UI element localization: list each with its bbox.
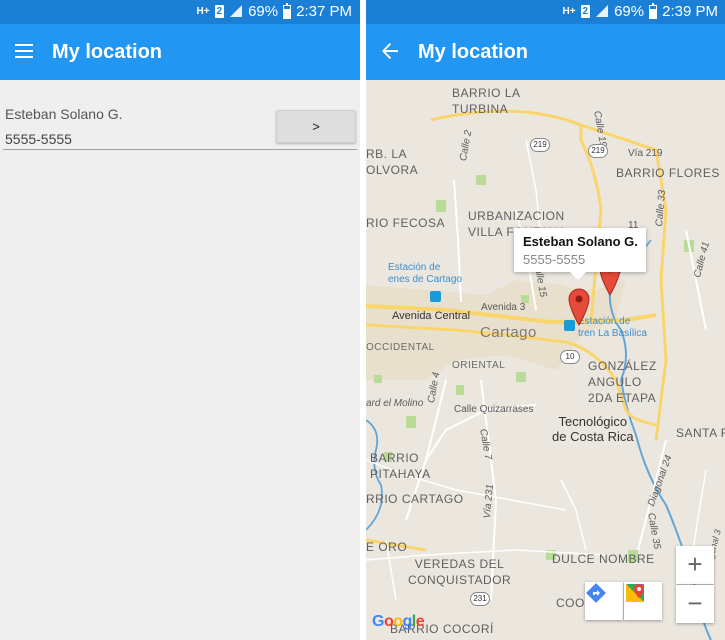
zoom-in-button[interactable]: + (676, 546, 714, 584)
app-toolbar: My location (0, 24, 360, 80)
app-toolbar: My location (366, 24, 725, 80)
status-bar: H+ 2 69% 2:39 PM (366, 0, 725, 24)
battery-icon (283, 2, 292, 19)
map-label: RB. LA OLVORA (366, 147, 419, 177)
map-label: BARRIO PITAHAYA (370, 451, 431, 481)
form-content: Esteban Solano G. > (0, 80, 360, 640)
clock: 2:39 PM (662, 3, 718, 20)
go-button[interactable]: > (276, 110, 356, 143)
map-label: BARRIO FLORES (616, 166, 720, 180)
directions-button[interactable] (585, 582, 623, 620)
map-label: SANTA F (676, 426, 725, 440)
network-indicator: H+ (196, 6, 210, 17)
map-label: Cartago (480, 324, 537, 341)
map-label: VEREDAS DEL CONQUISTADOR (408, 557, 512, 587)
network-indicator: H+ (562, 6, 576, 17)
menu-button[interactable] (12, 39, 36, 63)
signal-icon (596, 5, 609, 17)
back-button[interactable] (378, 39, 402, 63)
battery-percent: 69% (248, 3, 279, 20)
form-screen: H+ 2 69% 2:37 PM My location Esteban Sol… (0, 0, 360, 640)
google-logo: Google (372, 613, 425, 630)
google-maps-icon (626, 584, 644, 602)
map-label: ard el Molino (366, 398, 424, 409)
map-label: Tecnológico de Costa Rica (552, 414, 634, 444)
map-label: RIO FECOSA (366, 216, 446, 230)
open-in-maps-button[interactable] (624, 582, 662, 620)
info-name: Esteban Solano G. (523, 234, 638, 249)
sim-indicator: 2 (580, 5, 591, 18)
battery-icon (649, 2, 658, 19)
map-label: DULCE NOMBRE (552, 552, 655, 566)
status-bar: H+ 2 69% 2:37 PM (0, 0, 360, 24)
battery-percent: 69% (614, 3, 645, 20)
marker-info-window[interactable]: Esteban Solano G. 5555-5555 (514, 228, 646, 280)
map-label: Avenida 3 (481, 302, 526, 313)
train-station-icon (430, 291, 441, 302)
map-label: BARRIO LA TURBINA (452, 86, 521, 116)
back-arrow-icon (382, 43, 398, 59)
map-screen: H+ 2 69% 2:39 PM My location BARRIO LA T… (366, 0, 725, 640)
clock: 2:37 PM (296, 3, 352, 20)
route-shield: 219 (588, 144, 608, 158)
map-label: ORIENTAL (452, 360, 506, 371)
name-text: Esteban Solano G. (5, 106, 123, 122)
info-phone: 5555-5555 (523, 252, 586, 267)
map-marker[interactable] (567, 286, 591, 326)
map-label: Calle Quizarrases (454, 404, 534, 415)
page-title: My location (418, 41, 529, 63)
hamburger-menu-icon (15, 44, 33, 58)
sim-indicator: 2 (214, 5, 225, 18)
page-title: My location (52, 41, 163, 63)
map-label: OCCIDENTAL (366, 342, 435, 353)
map-label: Estación de enes de Cartago (388, 262, 462, 285)
route-shield: 219 (530, 138, 550, 152)
map-label: GONZÁLEZ ANGULO 2DA ETAPA (588, 359, 657, 405)
route-shield: 10 (560, 350, 580, 364)
map-label: E ORO (366, 540, 408, 554)
road-label: Vía 219 (628, 148, 663, 159)
map-label: RRIO CARTAGO (366, 492, 464, 506)
signal-icon (230, 5, 243, 17)
map-view[interactable]: BARRIO LA TURBINA RB. LA OLVORA BARRIO F… (366, 80, 725, 640)
directions-icon (586, 583, 606, 603)
map-label: Avenida Central (392, 310, 471, 322)
zoom-out-button[interactable]: − (676, 585, 714, 623)
route-shield: 231 (470, 592, 490, 606)
